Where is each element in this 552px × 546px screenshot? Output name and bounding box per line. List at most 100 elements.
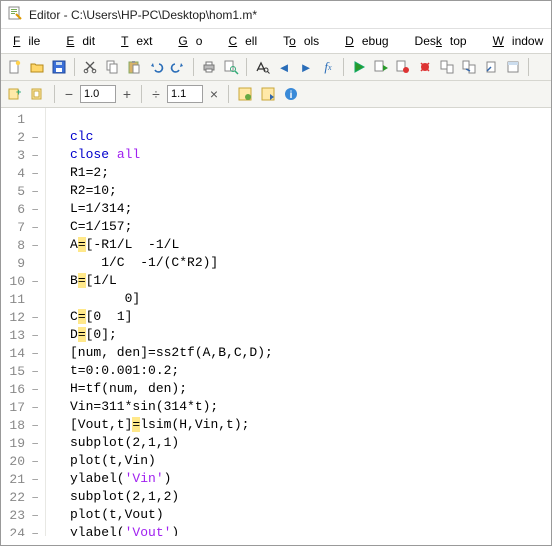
new-file-button[interactable] xyxy=(5,57,25,77)
gutter-line: 13– xyxy=(1,326,45,344)
run-button[interactable] xyxy=(349,57,369,77)
gutter-line: 4– xyxy=(1,164,45,182)
forward-button[interactable]: ► xyxy=(296,57,316,77)
code-line[interactable]: [num, den]=ss2tf(A,B,C,D); xyxy=(70,344,273,362)
undo-button[interactable] xyxy=(146,57,166,77)
back-button[interactable]: ◄ xyxy=(274,57,294,77)
code-line[interactable]: plot(t,Vout) xyxy=(70,506,273,524)
toolbar-main: ◄ ► fx xyxy=(1,53,551,81)
code-line[interactable]: D=[0]; xyxy=(70,326,273,344)
gutter-line: 2– xyxy=(1,128,45,146)
plus-op[interactable]: + xyxy=(119,85,135,103)
code-line[interactable]: 1/C -1/(C*R2)] xyxy=(70,254,273,272)
code-content[interactable]: clcclose allR1=2;R2=10;L=1/314;C=1/157;A… xyxy=(46,108,273,536)
menu-window[interactable]: Window xyxy=(485,31,552,51)
menu-edit[interactable]: Edit xyxy=(58,31,111,51)
code-line[interactable]: close all xyxy=(70,146,273,164)
code-line[interactable]: t=0:0.001:0.2; xyxy=(70,362,273,380)
code-line[interactable]: ylabel('Vout') xyxy=(70,524,273,536)
separator xyxy=(54,85,55,103)
gutter-line: 6– xyxy=(1,200,45,218)
code-line[interactable]: subplot(2,1,2) xyxy=(70,488,273,506)
breakpoint-button[interactable] xyxy=(393,57,413,77)
separator xyxy=(228,85,229,103)
gutter-line: 11 xyxy=(1,290,45,308)
gutter-line: 17– xyxy=(1,398,45,416)
menu-tools[interactable]: Tools xyxy=(275,31,335,51)
insert-cell-button[interactable]: + xyxy=(5,84,25,104)
menu-debug[interactable]: Debug xyxy=(337,31,404,51)
cut-button[interactable] xyxy=(80,57,100,77)
print-button[interactable] xyxy=(199,57,219,77)
window-title: Editor - C:\Users\HP-PC\Desktop\hom1.m* xyxy=(29,8,257,22)
svg-text:+: + xyxy=(16,87,21,97)
step-button[interactable] xyxy=(437,57,457,77)
code-line[interactable]: R2=10; xyxy=(70,182,273,200)
code-line[interactable]: [Vout,t]=lsim(H,Vin,t); xyxy=(70,416,273,434)
code-line[interactable]: R1=2; xyxy=(70,164,273,182)
copy-button[interactable] xyxy=(102,57,122,77)
divide-op[interactable]: ÷ xyxy=(148,85,164,103)
step-in-button[interactable] xyxy=(459,57,479,77)
find-text-button[interactable] xyxy=(252,57,272,77)
times-op[interactable]: × xyxy=(206,85,222,103)
titlebar: Editor - C:\Users\HP-PC\Desktop\hom1.m* xyxy=(1,1,551,29)
clear-bp-button[interactable] xyxy=(415,57,435,77)
menu-text[interactable]: Text xyxy=(113,31,168,51)
separator xyxy=(74,58,75,76)
open-button[interactable] xyxy=(27,57,47,77)
code-line[interactable]: ylabel('Vin') xyxy=(70,470,273,488)
save-button[interactable] xyxy=(49,57,69,77)
minus-op[interactable]: − xyxy=(61,85,77,103)
info-button[interactable]: i xyxy=(281,84,301,104)
gutter-line: 3– xyxy=(1,146,45,164)
paste-button[interactable] xyxy=(124,57,144,77)
code-line[interactable]: subplot(2,1,1) xyxy=(70,434,273,452)
gutter-line: 12– xyxy=(1,308,45,326)
code-line[interactable]: C=1/157; xyxy=(70,218,273,236)
gutter-line: 8– xyxy=(1,236,45,254)
code-line[interactable]: H=tf(num, den); xyxy=(70,380,273,398)
eval-advance-button[interactable] xyxy=(258,84,278,104)
code-editor[interactable]: 12–3–4–5–6–7–8–910–1112–13–14–15–16–17–1… xyxy=(1,108,551,536)
code-line[interactable] xyxy=(70,110,273,128)
menu-go[interactable]: Go xyxy=(170,31,218,51)
separator xyxy=(246,58,247,76)
find-button[interactable] xyxy=(221,57,241,77)
gutter-line: 9 xyxy=(1,254,45,272)
insert-cell2-button[interactable] xyxy=(28,84,48,104)
function-button[interactable]: fx xyxy=(318,57,338,77)
line-gutter: 12–3–4–5–6–7–8–910–1112–13–14–15–16–17–1… xyxy=(1,108,46,536)
code-line[interactable]: clc xyxy=(70,128,273,146)
separator xyxy=(141,85,142,103)
gutter-line: 23– xyxy=(1,506,45,524)
code-line[interactable]: Vin=311*sin(314*t); xyxy=(70,398,273,416)
increment-field[interactable] xyxy=(80,85,116,103)
menu-desktop[interactable]: Desktop xyxy=(407,31,483,51)
gutter-line: 22– xyxy=(1,488,45,506)
code-line[interactable]: A=[-R1/L -1/L xyxy=(70,236,273,254)
step-out-button[interactable] xyxy=(481,57,501,77)
run-advance-button[interactable] xyxy=(371,57,391,77)
gutter-line: 14– xyxy=(1,344,45,362)
gutter-line: 1 xyxy=(1,110,45,128)
code-line[interactable]: C=[0 1] xyxy=(70,308,273,326)
multiply-field[interactable] xyxy=(167,85,203,103)
code-line[interactable]: plot(t,Vin) xyxy=(70,452,273,470)
gutter-line: 15– xyxy=(1,362,45,380)
app-icon xyxy=(7,5,23,24)
gutter-line: 16– xyxy=(1,380,45,398)
code-line[interactable]: 0] xyxy=(70,290,273,308)
menu-cell[interactable]: Cell xyxy=(220,31,273,51)
stack-button[interactable] xyxy=(503,57,523,77)
code-line[interactable]: L=1/314; xyxy=(70,200,273,218)
menubar: File Edit Text Go Cell Tools Debug Deskt… xyxy=(1,29,551,53)
code-line[interactable]: B=[1/L xyxy=(70,272,273,290)
separator xyxy=(528,58,529,76)
menu-file[interactable]: File xyxy=(5,31,56,51)
toolbar-cell: + − + ÷ × i xyxy=(1,81,551,108)
redo-button[interactable] xyxy=(168,57,188,77)
eval-cell-button[interactable] xyxy=(235,84,255,104)
gutter-line: 10– xyxy=(1,272,45,290)
gutter-line: 7– xyxy=(1,218,45,236)
